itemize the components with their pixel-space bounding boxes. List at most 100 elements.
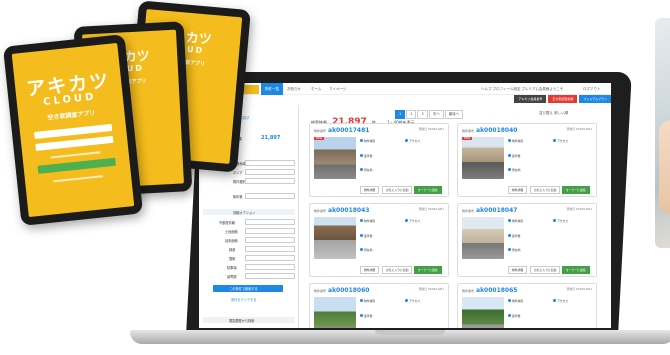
attr-type: 物件種別 — [360, 219, 375, 223]
sort-select[interactable]: 並び替え 新しい順 — [539, 111, 568, 116]
detail-select-parking[interactable] — [245, 264, 295, 270]
detail-button[interactable]: 物件詳細 — [508, 186, 528, 194]
page-last[interactable]: 最後へ — [444, 110, 464, 119]
detail-select-floor[interactable] — [245, 237, 295, 243]
detail-label-layout: 間取 — [229, 257, 236, 261]
detail-label-structure: 構造 — [229, 248, 236, 252]
filter-select-area[interactable] — [245, 169, 295, 175]
top-nav: 物件一覧 お知らせ ホーム マイページ ヘルプ プロフィール設定 プレミアム会員… — [199, 83, 611, 95]
nav-item-home[interactable]: ホーム — [311, 87, 321, 92]
property-date: 登録日 2018/10/01 — [418, 127, 444, 131]
favorite-button[interactable]: お気に入りに追加 — [530, 186, 561, 194]
attr-type: 物件種別 — [360, 139, 375, 143]
attr-age: 築年数 — [508, 234, 520, 238]
filter-select-age[interactable] — [245, 193, 295, 199]
detail-select-structure[interactable] — [245, 246, 295, 252]
detail-select-station[interactable] — [245, 273, 295, 279]
hero-stage: 物件一覧 お知らせ ホーム マイページ ヘルプ プロフィール設定 プレミアム会員… — [0, 0, 670, 355]
property-id[interactable]: 物件番号 ak00017481 — [314, 127, 369, 134]
filter-label-type: 物件種別 — [233, 180, 246, 184]
sidebar-count-value: 21,897 — [261, 135, 281, 141]
detail-options-title: 詳細オプション — [233, 211, 256, 215]
pagination: 1 2 3 次へ 最後へ — [395, 110, 464, 119]
member-number-button[interactable]: アキカツ会員番号 — [514, 95, 547, 103]
detail-button[interactable]: 物件詳細 — [360, 266, 380, 274]
property-id[interactable]: 物件番号 ak00018040 — [462, 127, 517, 134]
clear-conditions-link[interactable]: 条件をクリアする — [231, 297, 257, 302]
logout-link[interactable]: ログアウト — [583, 87, 601, 92]
property-id[interactable]: 物件番号 ak00018043 — [314, 207, 369, 214]
login-help-text — [53, 175, 104, 183]
detail-select-layout[interactable] — [245, 255, 295, 261]
detail-button[interactable]: 物件詳細 — [360, 186, 380, 194]
attr-location: 所在地 — [360, 168, 372, 172]
tablet-front-screen: アキカツ CLOUD 空き家調査アプリ — [11, 42, 135, 218]
property-photo[interactable] — [314, 217, 356, 259]
favorite-button[interactable]: お気に入りに追加 — [382, 266, 413, 274]
attr-access: アクセス — [553, 219, 568, 223]
attr-age: 築年数 — [360, 234, 372, 238]
property-date: 登録日 2018/10/01 — [566, 207, 592, 211]
attr-location: 所在地 — [508, 248, 520, 252]
nav-user-links[interactable]: ヘルプ プロフィール設定 プレミアム会員様ようこそ — [481, 87, 563, 92]
attr-age: 築年数 — [508, 314, 520, 318]
detail-select-land[interactable] — [245, 228, 295, 234]
detail-label-parking: 駐車場 — [227, 266, 237, 270]
contact-owner-button[interactable]: オーナーに連絡 — [562, 266, 590, 274]
nav-item-list[interactable]: 物件一覧 — [261, 83, 283, 95]
laptop-screen: 物件一覧 お知らせ ホーム マイページ ヘルプ プロフィール設定 プレミアム会員… — [199, 83, 611, 328]
survey-request-button[interactable]: 空き家調査依頼 — [548, 95, 578, 103]
favorite-button[interactable]: お気に入りに追加 — [382, 186, 413, 194]
detail-select-realestate[interactable] — [245, 219, 295, 225]
attr-access: アクセス — [405, 299, 420, 303]
property-id[interactable]: 物件番号 ak00018060 — [314, 287, 369, 294]
property-date: 登録日 2018/10/01 — [418, 287, 444, 291]
property-id[interactable]: 物件番号 ak00018047 — [462, 207, 517, 214]
attr-type: 物件種別 — [508, 219, 523, 223]
property-card[interactable]: 物件番号 ak00018060 登録日 2018/10/01 物件種別 アクセス … — [309, 283, 449, 328]
page-1[interactable]: 1 — [395, 110, 406, 119]
attr-access: アクセス — [553, 299, 568, 303]
detail-button[interactable]: 物件詳細 — [508, 266, 528, 274]
property-card[interactable]: 物件番号 ak00018043 登録日 2018/10/01 物件種別 アクセス … — [309, 203, 449, 277]
property-card[interactable]: 物件番号 ak00018047 登録日 2018/10/01 物件種別 アクセス … — [457, 203, 597, 277]
property-card[interactable]: 物件番号 ak00018040 登録日 2018/10/01 NEW 物件種別 ア… — [457, 123, 597, 197]
filter-label-area: エリア — [233, 171, 243, 175]
attr-location: 所在地 — [360, 248, 372, 252]
login-password-field[interactable] — [35, 135, 114, 151]
nav-item-mypage[interactable]: マイページ — [329, 87, 346, 92]
property-photo[interactable] — [462, 217, 504, 259]
contact-owner-button[interactable]: オーナーに連絡 — [414, 266, 442, 274]
filter-select-type[interactable] — [245, 178, 295, 184]
premium-plan-button[interactable]: プレミアムプラン — [579, 95, 611, 103]
property-card[interactable]: 物件番号 ak00018065 登録日 2018/10/01 物件種別 アクセス … — [457, 283, 597, 328]
attr-access: アクセス — [553, 139, 568, 143]
property-photo[interactable] — [314, 297, 356, 328]
property-photo[interactable] — [462, 297, 504, 328]
property-card[interactable]: 物件番号 ak00017481 登録日 2018/10/01 NEW 物件種別 ア… — [309, 123, 449, 197]
new-badge: NEW — [314, 137, 325, 140]
contact-owner-button[interactable]: オーナーに連絡 — [414, 186, 442, 194]
attr-age: 築年数 — [360, 314, 372, 318]
search-submit-label: この条件で検索する — [229, 287, 258, 291]
attr-location: 所在地 — [508, 168, 520, 172]
attr-type: 物件種別 — [508, 299, 523, 303]
page-next[interactable]: 次へ — [428, 110, 444, 119]
favorite-button[interactable]: お気に入りに追加 — [530, 266, 561, 274]
nav-item-news[interactable]: お知らせ — [287, 87, 301, 92]
tablet-front: アキカツ CLOUD 空き家調査アプリ — [2, 34, 144, 226]
attr-type: 物件種別 — [360, 299, 375, 303]
detail-label-land: 土地面積 — [225, 230, 238, 234]
filter-select-region[interactable] — [245, 160, 295, 166]
property-photo[interactable] — [462, 137, 504, 179]
login-remember-text — [50, 151, 101, 159]
contact-owner-button[interactable]: オーナーに連絡 — [562, 186, 590, 194]
detail-label-station: 最寄駅 — [227, 275, 237, 279]
page-2[interactable]: 2 — [406, 110, 417, 119]
property-id[interactable]: 物件番号 ak00018065 — [462, 287, 517, 294]
login-button[interactable] — [37, 157, 116, 174]
property-photo[interactable] — [314, 137, 356, 179]
laptop-notch — [375, 330, 445, 335]
attr-age: 築年数 — [508, 154, 520, 158]
page-3[interactable]: 3 — [417, 110, 428, 119]
